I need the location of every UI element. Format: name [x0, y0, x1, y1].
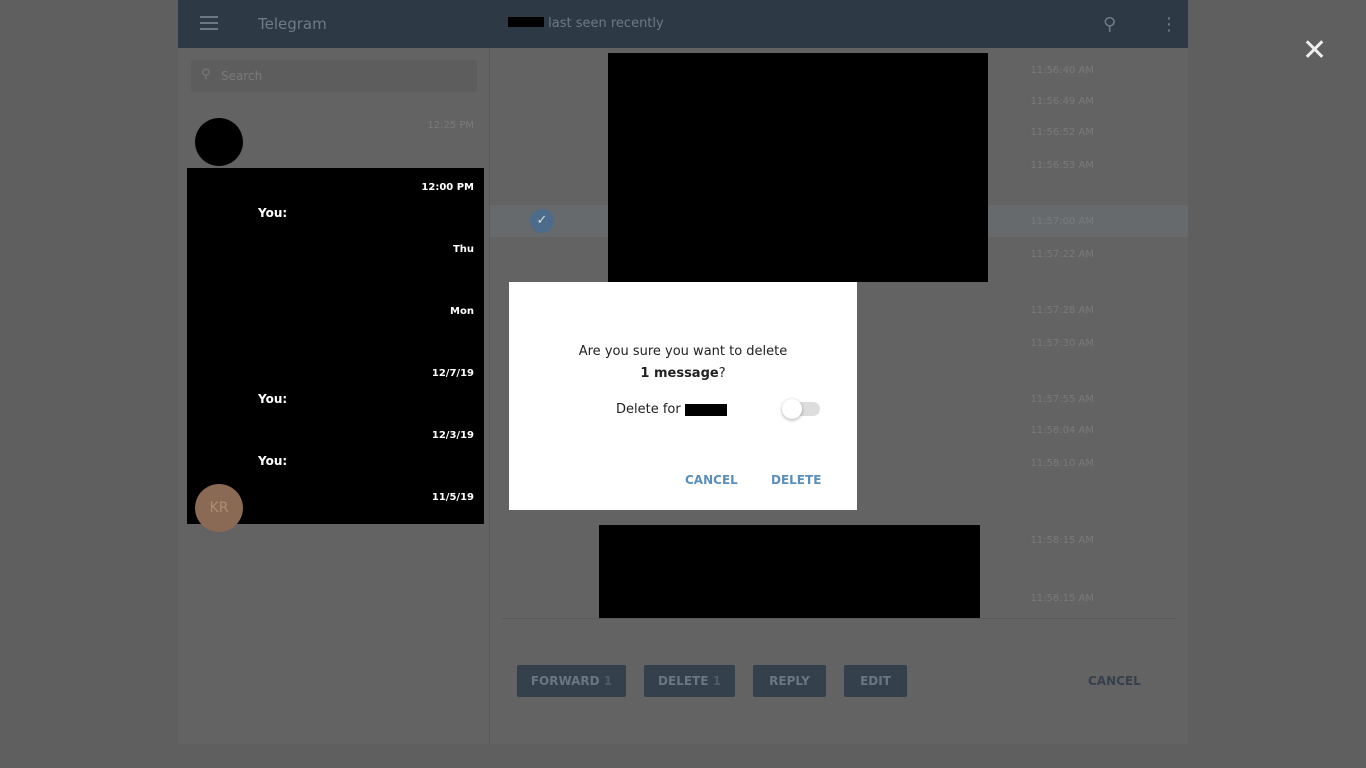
chat-time: Mon: [450, 306, 474, 317]
redacted-name: [684, 403, 727, 416]
question-text: Are you sure you want to delete: [578, 344, 788, 359]
question-mark: ?: [718, 366, 726, 381]
delete-count: 1: [712, 674, 721, 688]
chat-time: 12:00 PM: [421, 182, 474, 193]
search-icon: ⚲: [201, 67, 211, 82]
menu-icon[interactable]: [200, 16, 218, 30]
redacted-region: [608, 53, 988, 282]
chat-item[interactable]: 12:25 PM: [178, 110, 490, 172]
close-icon[interactable]: ✕: [1302, 36, 1327, 66]
redacted-region: [599, 525, 980, 618]
edit-button[interactable]: EDIT: [844, 665, 907, 697]
chat-preview: You:: [258, 206, 288, 220]
chat-item[interactable]: 12/3/19 You:: [178, 420, 490, 482]
chat-item[interactable]: KR 11/5/19: [178, 482, 490, 544]
dialog-question: Are you sure you want to delete 1 messag…: [509, 341, 857, 385]
forward-count: 1: [603, 674, 613, 688]
chat-time: 11/5/19: [431, 492, 474, 503]
message-time: 11:57:28 AM: [1030, 305, 1094, 316]
message-time: 11:58:15 AM: [1030, 535, 1094, 546]
message-time: 11:57:55 AM: [1030, 394, 1094, 405]
chat-time: 12:25 PM: [427, 120, 474, 131]
delete-for-all-toggle[interactable]: [782, 399, 820, 419]
check-icon[interactable]: ✓: [530, 209, 554, 233]
delete-for-text: Delete for: [616, 402, 681, 417]
delete-button[interactable]: DELETE 1: [644, 665, 735, 697]
search-placeholder: Search: [221, 69, 263, 83]
divider: [502, 618, 1176, 619]
app-title: Telegram: [258, 15, 327, 33]
chat-time: Thu: [452, 244, 474, 255]
avatar: KR: [195, 484, 243, 532]
message-time: 11:56:40 AM: [1030, 65, 1094, 76]
message-time: 11:57:30 AM: [1030, 338, 1094, 349]
search-input[interactable]: ⚲ Search: [191, 60, 477, 92]
peer-status: last seen recently: [548, 16, 664, 31]
avatar: [195, 118, 243, 166]
dialog-delete-button[interactable]: DELETE: [771, 473, 821, 487]
message-time: 11:56:49 AM: [1030, 96, 1094, 107]
message-time: 11:58:10 AM: [1030, 458, 1094, 469]
message-time: 11:56:52 AM: [1030, 127, 1094, 138]
delete-label: DELETE: [658, 674, 709, 688]
chat-list: ⚲ Search 12:25 PM 12:00 PM You: Thu Mon 12…: [178, 48, 490, 744]
peer-info[interactable]: last seen recently: [508, 16, 664, 31]
search-icon[interactable]: ⚲: [1103, 14, 1116, 35]
message-time: 11:56:53 AM: [1030, 160, 1094, 171]
chat-item[interactable]: Thu: [178, 234, 490, 296]
toggle-knob: [782, 399, 802, 419]
header: Telegram last seen recently ⚲ ⋮: [178, 0, 1188, 48]
chat-time: 12/3/19: [431, 430, 474, 441]
message-time: 11:58:04 AM: [1030, 425, 1094, 436]
more-icon[interactable]: ⋮: [1160, 14, 1178, 35]
chat-time: 12/7/19: [431, 368, 474, 379]
message-time: 11:57:22 AM: [1030, 249, 1094, 260]
forward-button[interactable]: FORWARD 1: [517, 665, 626, 697]
redacted-name: [508, 17, 544, 27]
chat-item-selected[interactable]: 12:00 PM You:: [178, 172, 490, 234]
delete-for-label: Delete for: [616, 402, 727, 417]
delete-confirm-dialog: Are you sure you want to delete 1 messag…: [509, 282, 857, 510]
cancel-selection-button[interactable]: CANCEL: [1088, 674, 1141, 688]
reply-button[interactable]: REPLY: [753, 665, 826, 697]
chat-preview: You:: [258, 392, 288, 406]
message-time: 11:57:00 AM: [1030, 216, 1094, 227]
chat-preview: You:: [258, 454, 288, 468]
forward-label: FORWARD: [530, 674, 600, 688]
chat-item[interactable]: 12/7/19 You:: [178, 358, 490, 420]
message-count: 1 message: [640, 366, 719, 381]
message-time: 11:58:15 AM: [1030, 593, 1094, 604]
dialog-cancel-button[interactable]: CANCEL: [685, 473, 738, 487]
chat-item[interactable]: Mon: [178, 296, 490, 358]
